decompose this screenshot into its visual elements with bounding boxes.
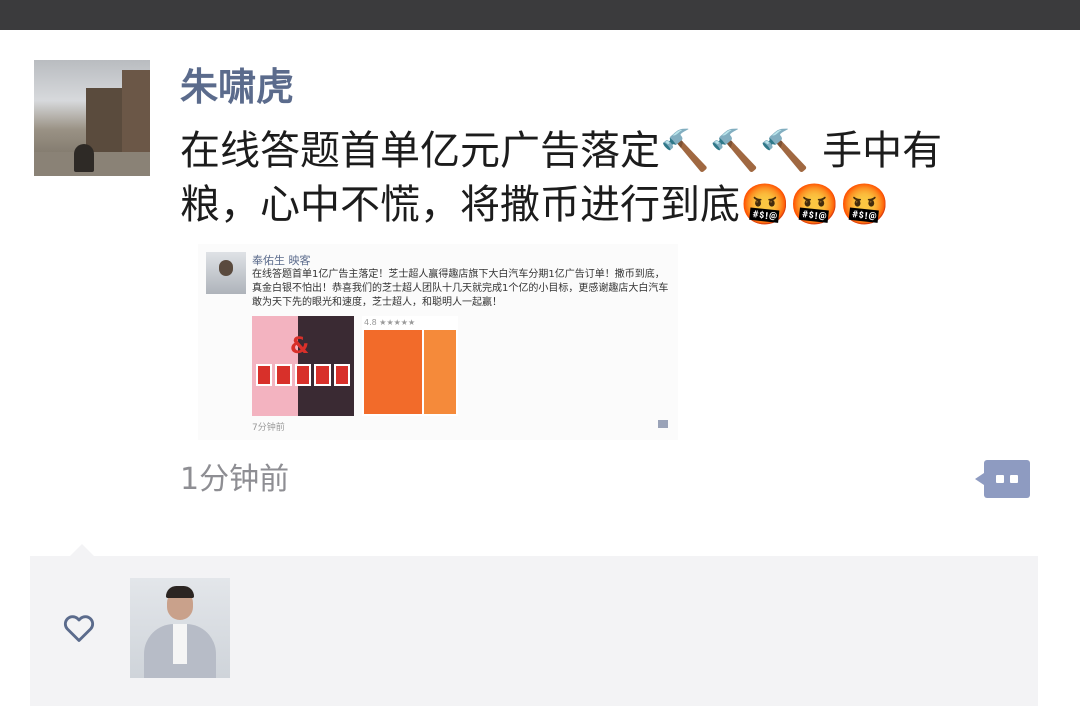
embedded-screenshot[interactable]: 奉佑生 映客 在线答题首单1亿广告主落定！芝士超人赢得趣店旗下大白汽车分期1亿广… [198,244,678,440]
author-avatar[interactable] [34,60,150,176]
post-text: 在线答题首单亿元广告落定🔨🔨🔨 手中有 粮，心中不慌，将撒币进行到底🤬🤬🤬 [180,124,1040,232]
embedded-avatar [206,252,246,294]
heart-outline-icon [63,615,95,642]
post-text-line-1: 在线答题首单亿元广告落定🔨🔨🔨 手中有 [180,128,943,174]
embedded-comment-icon [658,420,668,428]
embedded-text: 在线答题首单1亿广告主落定！芝士超人赢得趣店旗下大白汽车分期1亿广告订单！撒币到… [252,269,669,308]
embedded-time: 7分钟前 [252,423,285,433]
embedded-amp: & [290,334,310,359]
embedded-image-2: 4.8 ★★★★★ [362,316,458,416]
embedded-author: 奉佑生 映客 [252,254,311,267]
embedded-image-1: & [252,316,354,416]
liker-avatar[interactable] [130,578,230,678]
post-time: 1分钟前 [180,462,290,497]
embedded-stars: 4.8 ★★★★★ [364,318,416,327]
comment-bubble-icon[interactable] [975,460,1030,498]
post-text-line-2: 粮，心中不慌，将撒币进行到底🤬🤬🤬 [180,182,890,228]
author-name[interactable]: 朱啸虎 [180,64,294,110]
status-bar [0,0,1080,30]
